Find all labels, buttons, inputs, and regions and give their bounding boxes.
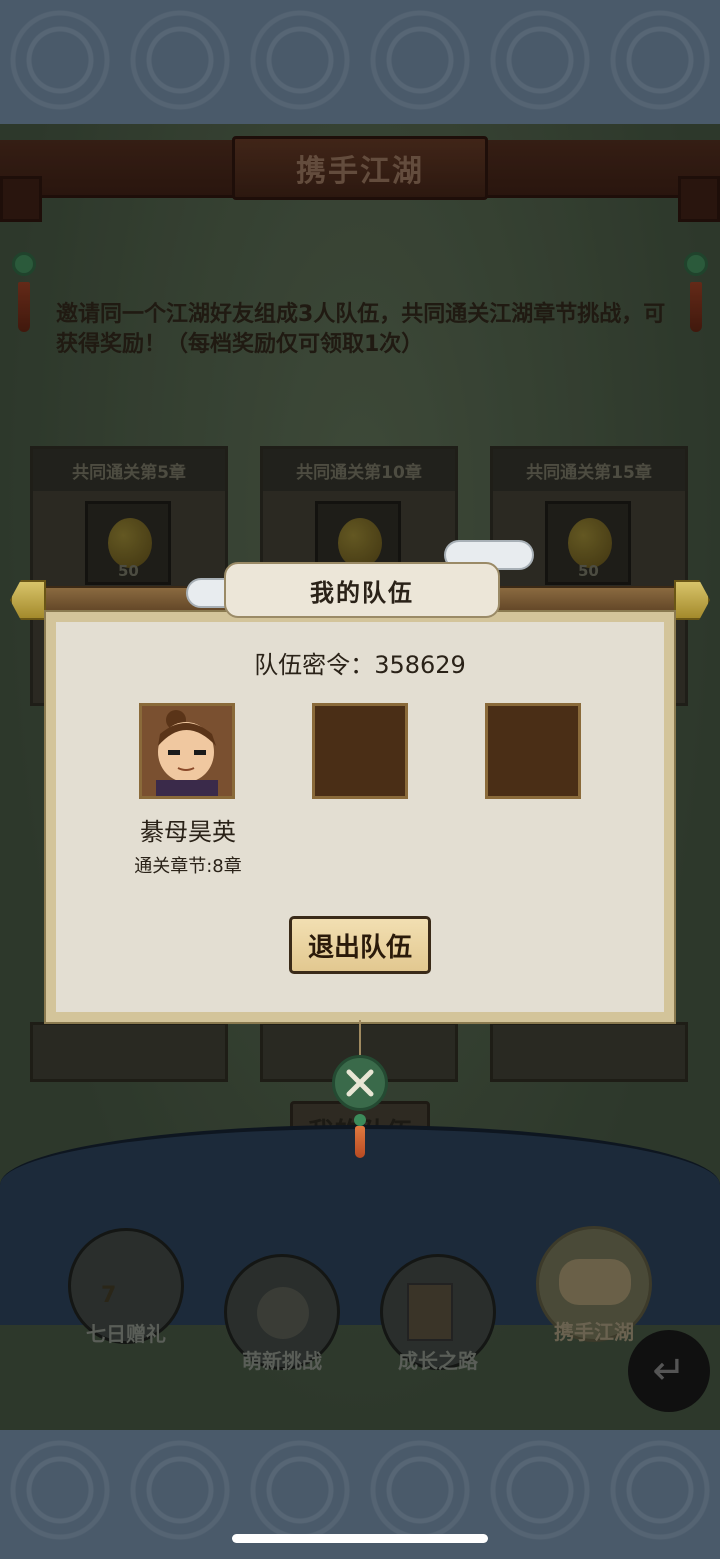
member-name: 綦母昊英 xyxy=(140,818,236,846)
close-tassel xyxy=(355,1126,365,1158)
member-slot-3[interactable] xyxy=(485,703,581,799)
return-arrow-icon: ↵ xyxy=(652,1348,686,1394)
close-button[interactable] xyxy=(332,1055,388,1111)
member-stage: 通关章节:8章 xyxy=(134,856,242,877)
book-icon xyxy=(407,1283,453,1341)
hero-avatar-icon xyxy=(142,706,232,796)
member-slot-2[interactable] xyxy=(312,703,408,799)
team-code: 队伍密令：358629 xyxy=(56,645,664,680)
gift-box-icon: 7 xyxy=(101,1283,117,1308)
leave-team-label: 退出队伍 xyxy=(307,932,412,963)
home-indicator[interactable] xyxy=(232,1534,488,1543)
team-code-label: 队伍密令： xyxy=(254,651,375,679)
leave-team-button[interactable]: 退出队伍 xyxy=(289,916,431,974)
back-button[interactable]: ↵ xyxy=(628,1330,710,1412)
close-icon xyxy=(346,1069,374,1097)
handshake-icon xyxy=(559,1259,631,1305)
nav-label: 萌新挑战 xyxy=(242,1349,322,1373)
cute-face-icon xyxy=(257,1287,309,1339)
nav-label: 成长之路 xyxy=(398,1349,478,1373)
team-code-value: 358629 xyxy=(374,651,466,679)
close-bead xyxy=(354,1114,366,1126)
member-slot-1[interactable] xyxy=(139,703,235,799)
background-pattern-top xyxy=(0,0,720,128)
modal-title: 我的队伍 xyxy=(310,578,414,607)
close-cord xyxy=(359,1020,361,1056)
nav-label: 七日赠礼 xyxy=(86,1322,166,1346)
modal-title-plate: 我的队伍 xyxy=(224,562,500,618)
